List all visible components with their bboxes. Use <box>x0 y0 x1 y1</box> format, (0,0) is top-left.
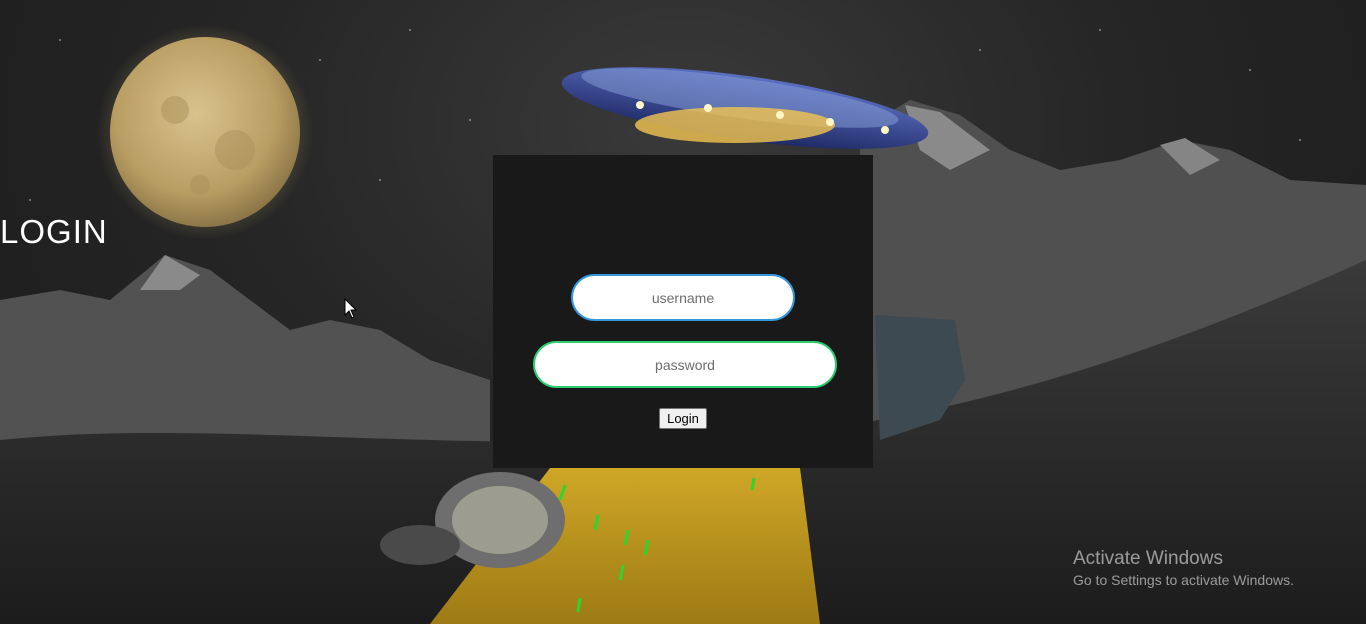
username-input[interactable] <box>571 274 795 321</box>
login-title: LOGIN <box>0 213 108 250</box>
login-button[interactable]: Login <box>659 408 707 429</box>
moon-icon <box>97 24 313 240</box>
ufo-icon <box>561 67 929 149</box>
password-input[interactable] <box>533 341 837 388</box>
login-page-background: LOGIN Login Activate Windows Go to Setti… <box>0 0 1366 624</box>
mouse-cursor-icon <box>344 298 358 319</box>
